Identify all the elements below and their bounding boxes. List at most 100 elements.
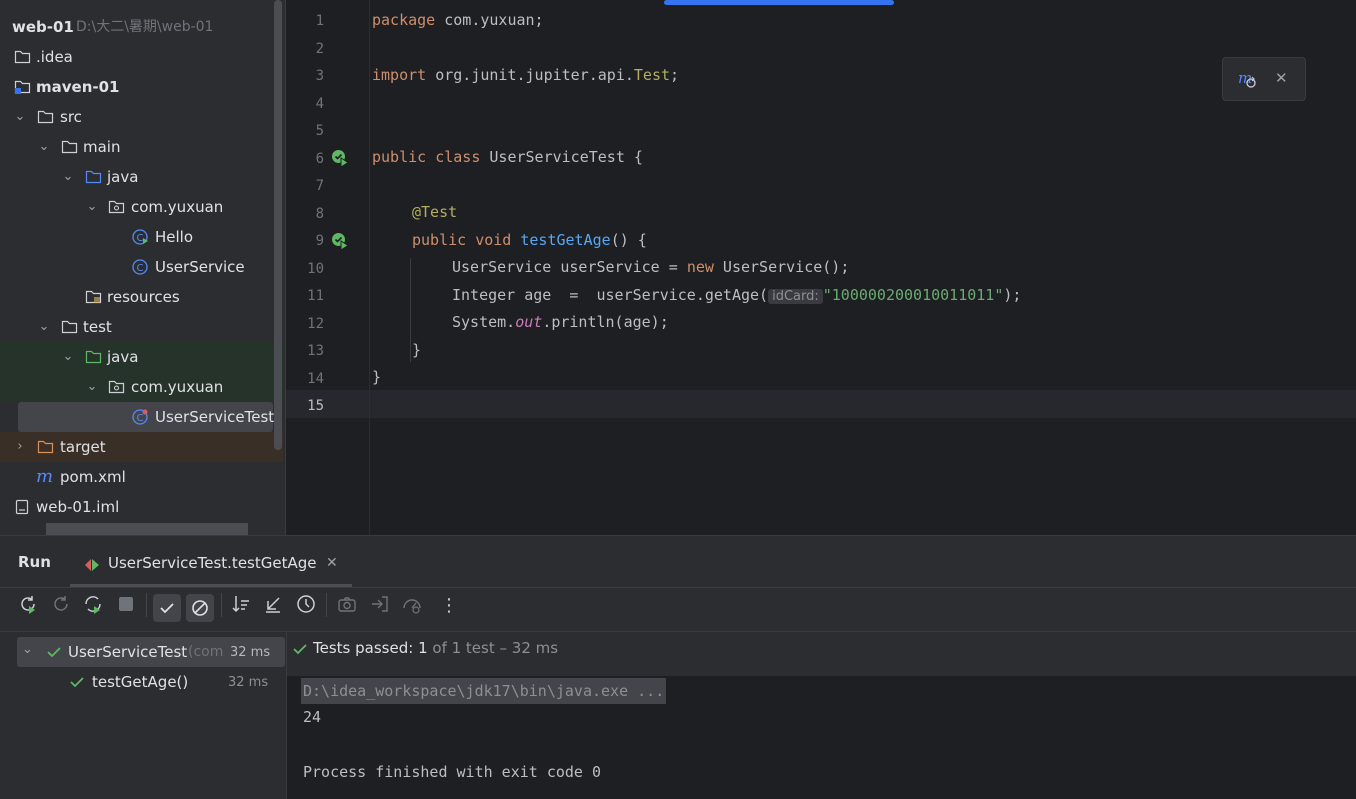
- sort-icon[interactable]: [230, 593, 252, 615]
- chevron-down-icon[interactable]: ⌄: [22, 642, 33, 657]
- divider: [0, 587, 1356, 588]
- line-number: 7: [315, 178, 324, 194]
- line-number: 12: [307, 316, 324, 332]
- tree-item-label: UserService: [155, 258, 245, 276]
- tree-item-label: maven-01: [36, 78, 120, 96]
- chevron-down-icon[interactable]: ⌄: [61, 162, 75, 192]
- tree-item-idea[interactable]: .idea: [0, 42, 283, 72]
- tree-item-resources[interactable]: resources: [0, 282, 283, 312]
- class-run-icon: C: [132, 229, 148, 245]
- chevron-down-icon[interactable]: ⌄: [13, 102, 27, 132]
- code-line-12: System.out.println(age);: [452, 313, 669, 331]
- close-icon[interactable]: ✕: [1275, 69, 1288, 87]
- svg-text:C: C: [137, 263, 144, 274]
- stop-icon[interactable]: [115, 593, 137, 615]
- chevron-right-icon[interactable]: ›: [13, 432, 27, 462]
- line-number: 11: [307, 288, 324, 304]
- code-line-13: }: [412, 341, 422, 359]
- chevron-down-icon[interactable]: ⌄: [37, 312, 51, 342]
- svg-text:m: m: [1238, 69, 1252, 87]
- chevron-down-icon[interactable]: ⌄: [37, 132, 51, 162]
- line-number: 15: [307, 398, 324, 414]
- resources-folder-icon: [85, 290, 102, 304]
- tree-item-main-package[interactable]: ⌄ com.yuxuan: [0, 192, 283, 222]
- line-number: 3: [315, 68, 324, 84]
- code-line-14: }: [372, 368, 382, 386]
- show-passed-toggle[interactable]: [153, 594, 181, 622]
- tree-item-iml[interactable]: web-01.iml: [0, 492, 283, 522]
- import-tests-icon[interactable]: [262, 593, 284, 615]
- rerun-icon[interactable]: [17, 593, 39, 615]
- chevron-down-icon[interactable]: ⌄: [61, 342, 75, 372]
- check-icon: [70, 677, 84, 688]
- check-icon: [47, 647, 61, 658]
- toggle-auto-test-icon[interactable]: [82, 593, 104, 615]
- tree-item-target[interactable]: › target: [0, 432, 283, 462]
- run-tab[interactable]: UserServiceTest.testGetAge ✕: [70, 545, 352, 587]
- line-number: 10: [307, 261, 324, 277]
- tree-item-userservice[interactable]: C UserService: [0, 252, 283, 282]
- console-output[interactable]: D:\idea_workspace\jdk17\bin\java.exe ...…: [287, 676, 1356, 799]
- svg-text:C: C: [137, 413, 144, 424]
- tree-item-label: java: [107, 348, 139, 366]
- toolbar-separator: [326, 593, 327, 617]
- tests-status: Tests passed: 1 of 1 test – 32 ms: [313, 639, 559, 657]
- tree-item-label: Hello: [155, 228, 194, 246]
- excluded-folder-icon: [37, 440, 54, 454]
- horizontal-scrollbar[interactable]: [46, 523, 248, 535]
- gutter-divider: [369, 0, 370, 535]
- line-number: 14: [307, 371, 324, 387]
- camera-icon[interactable]: [336, 593, 358, 615]
- tree-item-hello[interactable]: C Hello: [0, 222, 283, 252]
- tree-item-label: pom.xml: [60, 468, 126, 486]
- class-icon: C: [132, 259, 148, 275]
- run-tab-label: UserServiceTest.testGetAge: [108, 554, 317, 572]
- vertical-scrollbar[interactable]: [274, 0, 282, 450]
- tree-item-label: .idea: [36, 48, 73, 66]
- rerun-failed-icon[interactable]: [50, 593, 72, 615]
- line-number: 2: [315, 41, 324, 57]
- tree-item-userservicetest[interactable]: C UserServiceTest: [18, 402, 275, 432]
- console-output-line: 24: [303, 708, 322, 726]
- test-method-row[interactable]: testGetAge() 32 ms: [17, 667, 285, 697]
- module-folder-icon: [14, 80, 31, 94]
- coverage-icon[interactable]: [401, 593, 423, 615]
- indent-guide: [410, 258, 411, 362]
- tree-item-main-java[interactable]: ⌄ java: [0, 162, 283, 192]
- close-tab-icon[interactable]: ✕: [326, 555, 338, 571]
- divider: [0, 631, 1356, 632]
- show-ignored-toggle[interactable]: [186, 594, 214, 622]
- tree-item-src[interactable]: ⌄ src: [0, 102, 283, 132]
- more-options-icon[interactable]: ⋮: [440, 595, 458, 616]
- line-number: 6: [315, 151, 324, 167]
- tree-item-main[interactable]: ⌄ main: [0, 132, 283, 162]
- tree-item-test-java[interactable]: ⌄ java: [0, 342, 283, 372]
- export-icon[interactable]: [369, 593, 391, 615]
- tree-item-maven-01[interactable]: maven-01: [0, 72, 283, 102]
- maven-reload-icon[interactable]: m: [1237, 69, 1257, 89]
- console-command-line[interactable]: D:\idea_workspace\jdk17\bin\java.exe ...: [301, 678, 667, 704]
- run-test-method-icon[interactable]: [331, 232, 349, 250]
- project-root-row[interactable]: web-01 D:\大二\暑期\web-01: [0, 12, 283, 42]
- code-line-6: public class UserServiceTest {: [372, 148, 643, 166]
- project-root-name: web-01: [12, 18, 74, 36]
- tree-item-test-package[interactable]: ⌄ com.yuxuan: [0, 372, 283, 402]
- code-editor[interactable]: 1 2 3 4 5 6 7 8 9 10 11 12 13 14 15 pack…: [286, 0, 1356, 535]
- line-number: 8: [315, 206, 324, 222]
- run-test-class-icon[interactable]: [331, 149, 349, 167]
- chevron-down-icon[interactable]: ⌄: [85, 192, 99, 222]
- line-number: 9: [315, 233, 324, 249]
- folder-icon: [61, 320, 78, 334]
- tree-item-pom[interactable]: m pom.xml: [0, 462, 283, 492]
- tree-item-test[interactable]: ⌄ test: [0, 312, 283, 342]
- tree-item-label: java: [107, 168, 139, 186]
- tree-item-label: UserServiceTest: [155, 408, 275, 426]
- current-line-highlight: [286, 390, 1356, 418]
- code-line-8: @Test: [412, 203, 458, 221]
- test-suite-row[interactable]: ⌄ UserServiceTest (com 32 ms: [17, 637, 285, 667]
- chevron-down-icon[interactable]: ⌄: [85, 372, 99, 402]
- history-icon[interactable]: [295, 593, 317, 615]
- run-panel-title: Run: [18, 553, 51, 571]
- tree-item-label: main: [83, 138, 121, 156]
- folder-icon: [61, 140, 78, 154]
